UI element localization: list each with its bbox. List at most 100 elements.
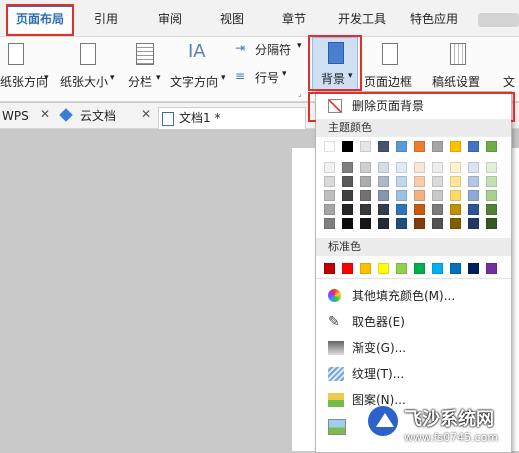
theme-shade-swatch[interactable] [468, 162, 479, 173]
theme-shade-swatch[interactable] [396, 190, 407, 201]
theme-color-swatch[interactable] [450, 141, 461, 152]
theme-shade-swatch[interactable] [360, 218, 371, 229]
standard-color-swatch[interactable] [450, 263, 461, 274]
theme-shade-swatch[interactable] [360, 204, 371, 215]
theme-color-swatch[interactable] [360, 141, 371, 152]
theme-shade-swatch[interactable] [486, 162, 497, 173]
theme-shade-swatch[interactable] [324, 176, 335, 187]
theme-shade-swatch[interactable] [414, 190, 425, 201]
theme-shade-swatch[interactable] [396, 204, 407, 215]
theme-shade-swatch[interactable] [486, 204, 497, 215]
theme-shade-swatch[interactable] [342, 204, 353, 215]
theme-shade-swatch[interactable] [486, 218, 497, 229]
doc-tab-wps[interactable]: WPS [2, 107, 29, 125]
tab-view[interactable]: 视图 [212, 7, 252, 31]
theme-color-swatch[interactable] [414, 141, 425, 152]
tab-chapter[interactable]: 章节 [272, 7, 316, 31]
theme-color-swatch[interactable] [486, 141, 497, 152]
manuscript-settings-button[interactable]: 稿纸设置 [430, 37, 486, 97]
theme-shade-swatch[interactable] [450, 162, 461, 173]
theme-shade-swatch[interactable] [342, 162, 353, 173]
theme-shade-swatch[interactable] [432, 176, 443, 187]
line-number-button[interactable]: ≡ 行号 ▾ [235, 69, 290, 89]
theme-shade-swatch[interactable] [342, 190, 353, 201]
gradient-item[interactable]: 渐变(G)... [316, 335, 511, 361]
paper-orientation-icon [8, 43, 24, 65]
close-icon[interactable]: ✕ [40, 107, 50, 121]
theme-color-swatch[interactable] [396, 141, 407, 152]
menu-tab-bar: 页面布局 引用 审阅 视图 章节 开发工具 特色应用 [0, 0, 519, 37]
theme-shade-swatch[interactable] [414, 162, 425, 173]
theme-color-swatch[interactable] [342, 141, 353, 152]
theme-color-swatch[interactable] [468, 141, 479, 152]
theme-color-swatch[interactable] [432, 141, 443, 152]
theme-shade-swatch[interactable] [432, 190, 443, 201]
text-more-button[interactable]: 文 [500, 37, 519, 97]
theme-shade-swatch[interactable] [396, 176, 407, 187]
tab-dev-tools[interactable]: 开发工具 [330, 7, 394, 31]
theme-shade-swatch[interactable] [450, 218, 461, 229]
theme-shade-swatch[interactable] [378, 204, 389, 215]
theme-shade-swatch[interactable] [414, 176, 425, 187]
close-icon[interactable]: ✕ [141, 107, 151, 121]
cloud-doc-icon [59, 108, 73, 122]
tab-special-apps[interactable]: 特色应用 [402, 7, 466, 31]
standard-color-swatch[interactable] [432, 263, 443, 274]
paper-size-button[interactable]: 纸张大小 ▾ [58, 37, 120, 99]
texture-item[interactable]: 纹理(T)... [316, 361, 511, 387]
doc-tab-cloud[interactable]: 云文档 [80, 107, 116, 125]
standard-color-swatch[interactable] [378, 263, 389, 274]
standard-color-swatch[interactable] [360, 263, 371, 274]
theme-color-swatch[interactable] [378, 141, 389, 152]
theme-shade-swatch[interactable] [324, 162, 335, 173]
dialog-launcher-icon[interactable]: ⌟ [298, 89, 302, 98]
separator-button[interactable]: ⇥ 分隔符 ▾ [235, 41, 305, 61]
standard-color-swatch[interactable] [396, 263, 407, 274]
theme-shade-swatch[interactable] [468, 204, 479, 215]
standard-color-swatch[interactable] [342, 263, 353, 274]
theme-shade-swatch[interactable] [324, 204, 335, 215]
text-direction-button[interactable]: IA 文字方向 ▾ [170, 37, 232, 99]
theme-shade-swatch[interactable] [342, 218, 353, 229]
theme-shade-swatch[interactable] [360, 176, 371, 187]
theme-shade-swatch[interactable] [432, 204, 443, 215]
theme-shade-swatch[interactable] [450, 190, 461, 201]
theme-shade-swatch[interactable] [468, 218, 479, 229]
theme-shade-swatch[interactable] [432, 162, 443, 173]
theme-shade-swatch[interactable] [360, 162, 371, 173]
columns-button[interactable]: 分栏 ▾ [126, 37, 170, 99]
theme-shade-swatch[interactable] [450, 176, 461, 187]
theme-shade-swatch[interactable] [414, 218, 425, 229]
theme-shade-swatch[interactable] [342, 176, 353, 187]
theme-shade-swatch[interactable] [360, 190, 371, 201]
theme-shade-swatch[interactable] [324, 190, 335, 201]
search-box[interactable] [478, 13, 519, 27]
theme-shade-swatch[interactable] [378, 190, 389, 201]
standard-color-swatch[interactable] [324, 263, 335, 274]
theme-shade-swatch[interactable] [396, 218, 407, 229]
theme-shade-swatch[interactable] [486, 176, 497, 187]
theme-shade-swatch[interactable] [378, 176, 389, 187]
theme-shade-swatch[interactable] [486, 190, 497, 201]
standard-color-swatch[interactable] [414, 263, 425, 274]
doc-tab-active[interactable]: 文档1 * [158, 107, 306, 129]
theme-shade-swatch[interactable] [414, 204, 425, 215]
theme-shade-swatch[interactable] [468, 176, 479, 187]
theme-shade-swatch[interactable] [378, 218, 389, 229]
theme-shade-swatch[interactable] [378, 162, 389, 173]
theme-shade-swatch[interactable] [468, 190, 479, 201]
theme-color-swatch[interactable] [324, 141, 335, 152]
highlight-box-remove [308, 92, 515, 122]
tab-review[interactable]: 审阅 [148, 7, 192, 31]
theme-shade-swatch[interactable] [450, 204, 461, 215]
tab-references[interactable]: 引用 [84, 7, 128, 31]
theme-shade-swatch[interactable] [324, 218, 335, 229]
standard-color-swatch[interactable] [486, 263, 497, 274]
page-border-button[interactable]: 页面边框 [362, 37, 418, 97]
theme-shade-swatch[interactable] [432, 218, 443, 229]
more-fill-colors-item[interactable]: 其他填充颜色(M)... [316, 283, 511, 309]
eyedropper-item[interactable]: ✎ 取色器(E) [316, 309, 511, 335]
standard-color-swatch[interactable] [468, 263, 479, 274]
paper-orientation-button[interactable]: 纸张方向 ▾ [0, 37, 52, 99]
theme-shade-swatch[interactable] [396, 162, 407, 173]
